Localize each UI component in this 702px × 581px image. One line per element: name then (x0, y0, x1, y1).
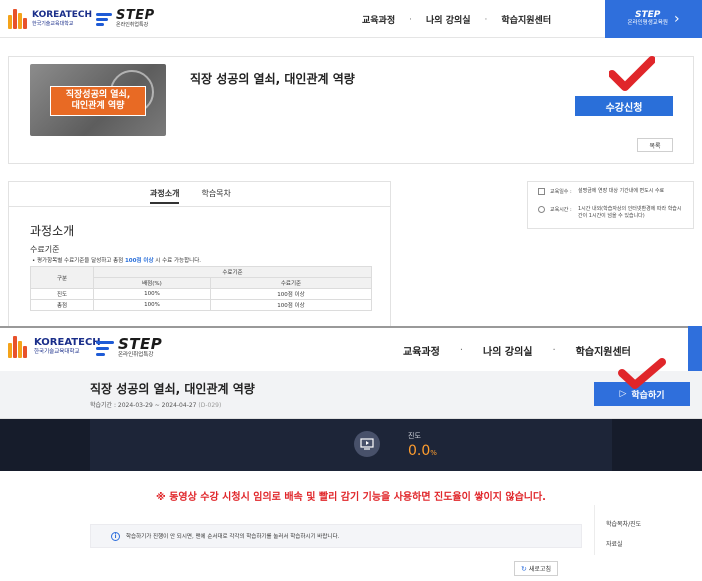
table-header-group: 수료기준 (93, 266, 372, 278)
step-sub: 온라인취업특강 (116, 22, 149, 28)
main-nav: 교육과정 · 나의 강의실 · 학습지원센터 (403, 343, 631, 358)
koreatech-logo-icon (8, 9, 28, 29)
clock-icon (538, 206, 545, 213)
course-tabs: 과정소개 학습목차 (150, 188, 231, 204)
criteria-table: 구분 수료기준 배점(%) 수료기준 진도 100% 100점 이상 총점 10… (30, 266, 373, 311)
koreatech-logo[interactable]: KOREATECH 한국기술교육대학교 (8, 336, 101, 358)
step-logo[interactable]: STEP 온라인취업특강 (96, 9, 155, 28)
section-title: 과정소개 (30, 224, 75, 238)
brand-name: KOREATECH (32, 10, 92, 20)
nav-support-center[interactable]: 학습지원센터 (501, 13, 551, 26)
info-row-days: 교육일수 : 설명금에 연장 대상 기간내에 면도시 수료 (538, 188, 688, 195)
checkmark-icon (618, 358, 666, 389)
tab-divider (8, 206, 391, 207)
nav-separator: · (459, 345, 463, 356)
nav-my-classroom[interactable]: 나의 강의실 (426, 13, 471, 26)
course-title: 직장 성공의 열쇠, 대인관계 역량 (90, 382, 255, 396)
brand-sub: 한국기술교육대학교 (34, 349, 80, 356)
info-key: 교육시간 : (550, 207, 572, 213)
nav-courses[interactable]: 교육과정 (362, 13, 395, 26)
table-cell-criterion: 100점 이상 (209, 288, 373, 300)
top-header: KOREATECH 한국기술교육대학교 STEP 온라인취업특강 교육과정 · … (0, 0, 702, 38)
thumbnail-title-box: 직장성공의 열쇠, 대인관계 역량 (50, 86, 146, 116)
progress-value: 0.0% (408, 443, 437, 459)
table-header-criterion: 수료기준 (209, 277, 373, 289)
thumbnail-text-line1: 직장성공의 열쇠, (65, 90, 131, 101)
step-logo-icon (96, 12, 112, 26)
apply-button[interactable]: 수강신청 (575, 96, 673, 116)
table-cell-weight: 100% (93, 288, 211, 300)
nav-separator: · (552, 345, 556, 356)
video-icon (354, 431, 380, 457)
info-value: 1시간 내외(학습자상의 인터넷환경에 따라 학습시간이 1시간이 넘을 수 있… (578, 206, 682, 219)
list-button[interactable]: 목록 (637, 138, 673, 152)
table-row: 총점 100% 100점 이상 (30, 299, 373, 311)
notice-text: 학습하기가 진행이 안 되시면, 맨에 순서대로 각각의 학습하기를 눌러서 학… (126, 534, 340, 540)
step-logo[interactable]: STEP 온라인취업특강 (96, 337, 162, 359)
table-cell-weight: 100% (93, 299, 211, 311)
play-icon: ▷ (619, 389, 627, 399)
step-logo-icon (96, 340, 114, 356)
table-row: 진도 100% 100점 이상 (30, 288, 373, 300)
refresh-button[interactable]: ↻ 새로고침 (514, 561, 558, 576)
main-nav: 교육과정 · 나의 강의실 · 학습지원센터 (362, 13, 551, 27)
table-cell-item: 총점 (30, 299, 94, 311)
lifelong-edu-button[interactable]: STEP 온라인평생교육원 › (605, 0, 702, 38)
step-name: STEP (118, 335, 163, 353)
criteria-note-tail: 시 수료 가능합니다. (155, 258, 202, 264)
nav-courses[interactable]: 교육과정 (403, 343, 440, 358)
progress-band (0, 419, 702, 471)
course-thumbnail: 직장성공의 열쇠, 대인관계 역량 (30, 64, 166, 136)
tab-course-intro[interactable]: 과정소개 (150, 188, 180, 204)
info-row-hours: 교육시간 : 1시간 내외(학습자상의 인터넷환경에 따라 학습시간이 1시간이… (538, 206, 688, 220)
table-cell-item: 진도 (30, 288, 94, 300)
table-header-weight: 배점(%) (93, 277, 211, 289)
header-accent-strip (688, 326, 702, 371)
brand-name: KOREATECH (34, 337, 101, 349)
info-value: 설명금에 연장 대상 기간내에 면도시 수료 (578, 188, 665, 194)
speed-warning: ※ 동영상 수강 시청시 임의로 배속 및 빨리 감기 기능을 사용하면 진도율… (156, 492, 546, 503)
table-header-item: 구분 (30, 266, 94, 289)
chevron-right-icon: › (673, 11, 680, 27)
step-name: STEP (116, 8, 155, 23)
refresh-label: 새로고침 (528, 566, 551, 573)
criteria-note-highlight: 100점 이상 (124, 258, 154, 264)
study-notice: i 학습하기가 진행이 안 되시면, 맨에 순서대로 각각의 학습하기를 눌러서… (90, 524, 582, 548)
koreatech-logo-icon (8, 336, 30, 358)
refresh-icon: ↻ (521, 564, 527, 573)
koreatech-logo[interactable]: KOREATECH 한국기술교육대학교 (8, 9, 92, 29)
period-label: 학습기간 : 2024-03-29 ~ 2024-04-27 (90, 402, 197, 409)
progress-number: 0.0 (408, 443, 431, 459)
info-key: 교육일수 : (550, 189, 572, 195)
criteria-note: • 평가항목별 수료기준을 달성하고 총점 100점 이상 시 수료 가능합니다… (32, 256, 201, 264)
info-icon: i (111, 531, 120, 541)
nav-support-center[interactable]: 학습지원센터 (576, 343, 631, 358)
nav-separator: · (409, 14, 412, 25)
study-period: 학습기간 : 2024-03-29 ~ 2024-04-27 (D-029) (90, 400, 221, 409)
progress-unit: % (430, 449, 437, 457)
corner-button-sub: 온라인평생교육원 (627, 19, 668, 26)
tab-course-contents[interactable]: 학습목차 (201, 188, 230, 204)
table-cell-criterion: 100점 이상 (209, 299, 373, 311)
checkmark-icon (609, 56, 655, 91)
side-link-contents-progress[interactable]: 학습목차/진도 (606, 519, 641, 528)
nav-my-classroom[interactable]: 나의 강의실 (483, 343, 532, 358)
period-dday: (D-029) (198, 402, 222, 409)
brand-sub: 한국기술교육대학교 (32, 21, 74, 27)
step-sub: 온라인취업특강 (118, 352, 154, 358)
criteria-label: 수료기준 (30, 245, 60, 254)
bottom-header: KOREATECH 한국기술교육대학교 STEP 온라인취업특강 교육과정 · … (0, 326, 702, 371)
nav-separator: · (484, 14, 488, 25)
course-title: 직장 성공의 열쇠, 대인관계 역량 (190, 72, 355, 86)
thumbnail-text-line2: 대인관계 역량 (71, 101, 125, 111)
criteria-note-text: • 평가항목별 수료기준을 달성하고 총점 (32, 258, 124, 264)
progress-label: 진도 (408, 432, 421, 440)
calendar-icon (538, 188, 545, 195)
side-link-resources[interactable]: 자료실 (606, 539, 623, 548)
